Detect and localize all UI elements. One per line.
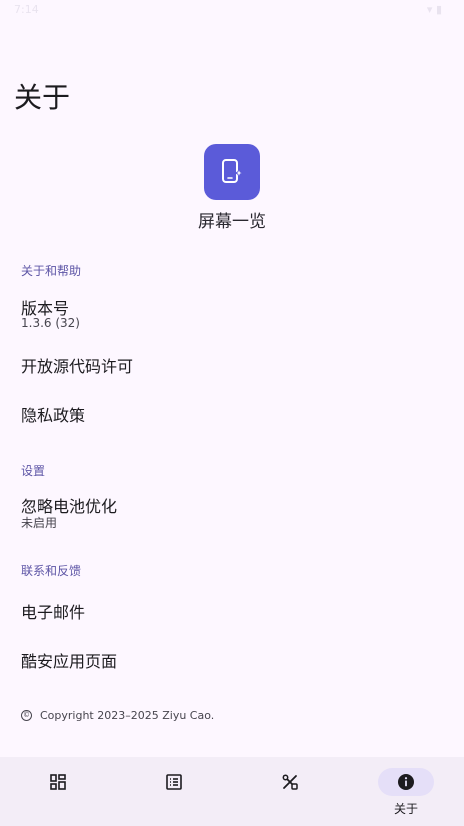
- phone-sparkle-icon: [222, 159, 245, 183]
- page-title: 关于: [14, 81, 71, 114]
- tools-icon: [282, 774, 298, 790]
- status-bar: 7:14 ▾ ▮: [0, 0, 464, 20]
- nav-item-overview[interactable]: [0, 757, 116, 826]
- nav-label-about: 关于: [393, 802, 418, 816]
- app-name: 屏幕一览: [198, 212, 266, 232]
- version-value: 1.3.6 (32): [21, 316, 80, 330]
- status-icons: ▾ ▮: [426, 3, 442, 16]
- info-icon: [398, 774, 414, 790]
- nav-pill: [262, 768, 318, 796]
- nav-item-list[interactable]: [116, 757, 232, 826]
- nav-item-about[interactable]: 关于: [348, 757, 464, 826]
- nav-item-tools[interactable]: [232, 757, 348, 826]
- bottom-navigation: 关于: [0, 757, 464, 826]
- privacy-policy-item[interactable]: 隐私政策: [21, 402, 85, 426]
- nav-pill-active: [378, 768, 434, 796]
- open-source-licenses-item[interactable]: 开放源代码许可: [21, 353, 133, 377]
- list-icon: [166, 774, 182, 790]
- section-header-contact: 联系和反馈: [21, 564, 82, 578]
- grid-icon: [50, 774, 66, 790]
- nav-pill: [146, 768, 202, 796]
- status-time: 7:14: [14, 3, 39, 16]
- nav-pill: [30, 768, 86, 796]
- section-header-settings: 设置: [21, 464, 46, 478]
- email-item[interactable]: 电子邮件: [21, 599, 85, 623]
- app-icon: [204, 144, 260, 200]
- coolapk-page-item[interactable]: 酷安应用页面: [21, 648, 117, 672]
- battery-optimization-value: 未启用: [21, 516, 58, 530]
- copyright-text: Copyright 2023–2025 Ziyu Cao.: [40, 709, 215, 722]
- copyright-icon: ©: [21, 710, 32, 721]
- section-header-about: 关于和帮助: [21, 264, 82, 278]
- copyright: © Copyright 2023–2025 Ziyu Cao.: [21, 709, 214, 722]
